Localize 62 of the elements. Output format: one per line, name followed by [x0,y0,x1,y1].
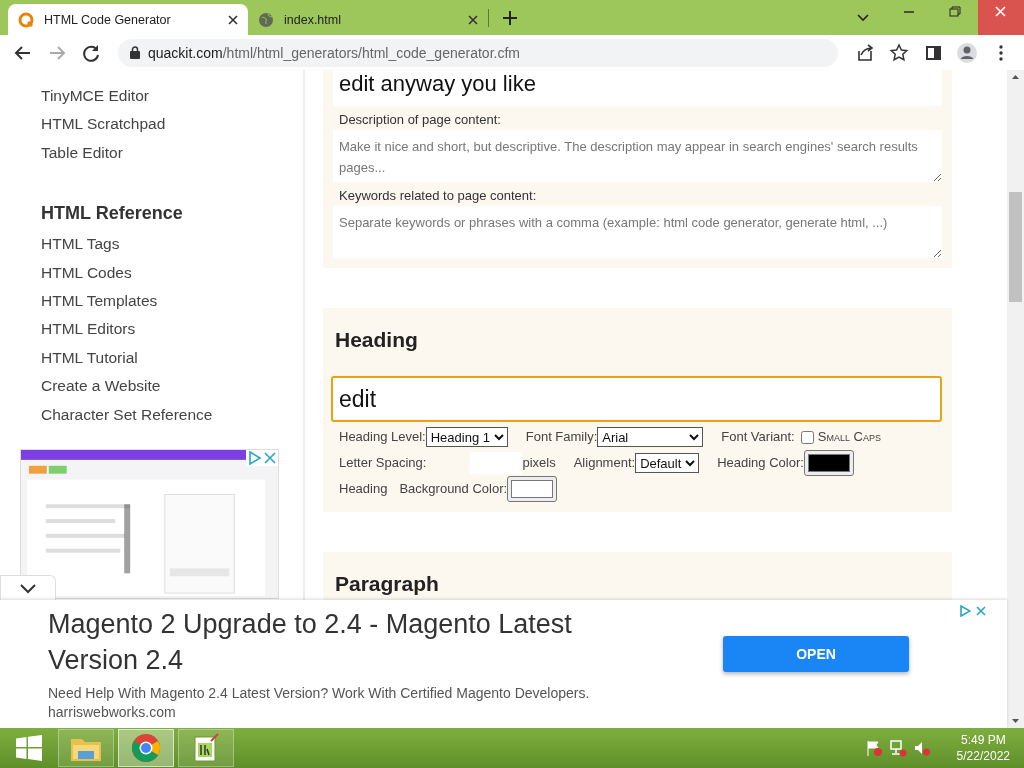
ad-domain: harriswebworks.com [48,703,177,722]
scrollbar[interactable] [1007,70,1024,728]
sidebar-heading: HTML Reference [41,203,184,225]
sidebar-link[interactable]: HTML Scratchpad [41,110,166,139]
option-label: Heading Level: [339,428,426,446]
checkbox[interactable] [800,430,814,444]
windows-start-icon[interactable] [16,735,42,761]
option-label: Heading [339,480,388,498]
option-label: Font Variant: [721,428,795,446]
taskbar-app-button[interactable] [118,729,174,767]
heading-text-field[interactable]: edit [331,376,942,422]
unit-label: pixels [522,454,556,472]
sidebar-link[interactable]: Character Set Reference [41,400,213,429]
section-title: Heading [335,328,419,352]
sidebar-link[interactable]: HTML Tags [41,230,120,259]
flag-icon[interactable] [864,739,883,757]
text-area[interactable]: Make it nice and short, but descriptive. The description may appear in search engines' search results pages... [333,130,942,182]
sidebar-link[interactable]: HTML Codes [41,258,132,287]
sidebar-link[interactable]: Create a Website [41,372,161,401]
checkbox-label: Small Caps [817,428,881,446]
field-label: Keywords related to page content: [338,187,538,205]
ad-title[interactable]: Magento 2 Upgrade to 2.4 - Magento Latest Version 2.4 [48,606,648,678]
address-bar[interactable]: quackit.com/html/html_generators/html_code_generator.cfm [118,38,838,67]
close-icon[interactable] [468,14,478,25]
dropdown[interactable]: Default [635,453,700,473]
chevron-down-icon [20,583,36,594]
open-button[interactable]: OPEN [723,636,909,672]
globe-icon [258,11,274,28]
dropdown[interactable]: Heading 1 [425,427,508,447]
new-tab-icon[interactable] [503,10,517,25]
title-field[interactable]: edit anyway you like [333,70,942,106]
section-title: Paragraph [335,572,440,596]
sidebar-link[interactable]: HTML Templates [41,286,158,316]
sidebar-link[interactable]: HTML Editors [41,315,136,344]
option-label: Background Color: [399,480,508,498]
url-text: quackit.com/html/html_generators/html_code_generator.cfm [148,44,520,61]
ad-choices-icon[interactable] [959,605,971,617]
field-label: Description of page content: [338,111,502,129]
collapse-ad-button[interactable] [0,575,56,601]
browser-tab[interactable]: HTML Code Generator [8,4,248,35]
scrollbar-thumb[interactable] [1009,192,1022,302]
dropdown[interactable]: Arial [597,427,704,447]
date-text: 5/22/2022 [956,748,1010,764]
ad-choices-icon[interactable] [246,449,262,466]
site-favicon-icon [18,11,34,28]
option-label: Heading Color: [717,454,804,472]
chrome-icon [131,733,161,763]
sidebar-link[interactable]: Table Editor [41,138,123,168]
text-area[interactable]: Separate keywords or phrases with a comma (example: html code generator, generate html, ...) [333,206,942,258]
sidebar-link[interactable]: TinyMCE Editor [41,82,149,111]
option-label: Font Family: [525,428,598,446]
notepad-icon [191,733,221,763]
browser-tab[interactable]: index.html [248,4,488,35]
close-icon[interactable] [228,14,238,25]
lock-icon [130,46,140,59]
taskbar-app-button[interactable] [178,729,234,767]
ad-description: Need Help With Magento 2.4 Latest Version? Work With Certified Magento Developers. [48,684,591,703]
time-text: 5:49 PM [960,732,1006,748]
option-label: Letter Spacing: [339,454,427,472]
sidebar-link[interactable]: HTML Tutorial [41,343,138,373]
network-icon[interactable] [888,739,907,757]
option-label: Alignment: [573,454,636,472]
